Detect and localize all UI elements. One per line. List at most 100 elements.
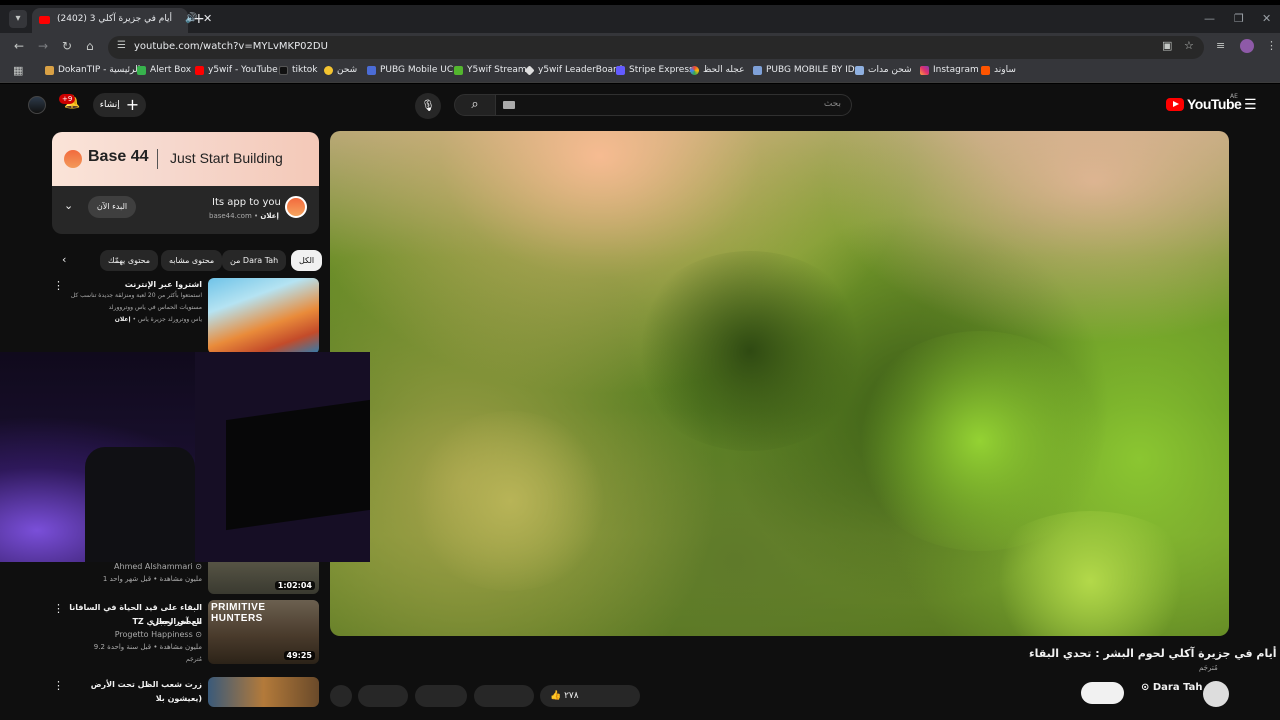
bookmarks-bar: ▦ DokanTIP - الرئيسية Alert Box y5wif - … (0, 61, 1280, 83)
clip-button[interactable] (358, 685, 408, 707)
video-thumbnail[interactable] (208, 677, 319, 707)
sponsored-thumbnail[interactable] (208, 278, 319, 354)
video-title-line[interactable]: زرت شعب الظل تحت الأرض (يعيشون بلا (60, 678, 202, 706)
video-player[interactable] (330, 131, 1229, 636)
chevron-left-icon[interactable]: ‹ (62, 253, 66, 266)
search-icon: ⌕ (471, 97, 479, 112)
microphone-icon: 🎙 (421, 99, 435, 112)
base44-logo-icon (64, 150, 82, 168)
home-icon[interactable]: ⌂ (86, 39, 94, 53)
back-icon[interactable]: ← (14, 39, 24, 53)
video-frame-canopy (980, 511, 1200, 636)
bookmark-item[interactable]: tiktok (279, 65, 318, 75)
ad-cta-button[interactable]: البدء الآن (88, 196, 136, 218)
more-options-icon[interactable]: ⋮ (53, 680, 64, 691)
browser-toolbar: ← → ↻ ⌂ ☰ youtube.com/watch?v=MYLvMKP02D… (0, 33, 1280, 61)
tab-search-button[interactable]: ▾ (9, 10, 27, 28)
youtube-page: YouTube AE ☰ بحث ⌕ 🎙 إنشاء + 🔔 +9 3 أيام… (0, 84, 1280, 720)
like-button[interactable]: 👍 ٢٧٨ (540, 685, 640, 707)
bookmark-item[interactable]: شحن (324, 65, 357, 75)
menu-kebab-icon[interactable]: ⋮ (1266, 39, 1277, 52)
chip-all[interactable]: الكل (291, 250, 323, 271)
video-channel[interactable]: Ahmed Alshammari ⊙ (60, 562, 202, 571)
bookmark-item[interactable]: Stripe Express (616, 65, 694, 75)
reload-icon[interactable]: ↻ (62, 39, 72, 53)
bookmark-item[interactable]: عجله الحظ (690, 65, 744, 75)
plus-icon: + (125, 95, 140, 114)
site-info-icon[interactable]: ☰ (117, 40, 126, 51)
video-thumbnail[interactable]: PRIMITIVE HUNTERS 49:25 (208, 600, 319, 664)
ad-card[interactable]: Base 44 Just Start Building Its app to y… (52, 132, 319, 234)
guide-menu-icon[interactable]: ☰ (1244, 97, 1257, 113)
bookmark-item[interactable]: Instagram (920, 65, 979, 75)
apps-grid-icon[interactable]: ▦ (13, 64, 23, 77)
bookmark-favicon-icon (137, 65, 146, 75)
youtube-logo[interactable]: YouTube AE (1166, 93, 1242, 112)
chip-related[interactable]: محتوى مشابه (161, 250, 223, 271)
account-avatar[interactable] (28, 96, 46, 114)
minimize-icon[interactable]: — (1204, 12, 1215, 25)
more-options-icon[interactable]: ⋮ (53, 280, 64, 291)
bookmark-favicon-icon (324, 65, 333, 75)
bookmark-item[interactable]: y5wif - YouTube (195, 65, 278, 75)
bookmark-favicon-icon (616, 65, 625, 75)
search-button[interactable]: ⌕ (454, 94, 496, 116)
share-button[interactable] (474, 685, 534, 707)
chip-from-channel[interactable]: من Dara Tah (222, 250, 287, 271)
chip-topics[interactable]: محتوى يهمّك (100, 250, 159, 271)
bookmark-item[interactable]: شحن مدات (855, 65, 912, 75)
webcam-overlay (0, 352, 370, 562)
subscribe-button[interactable] (1081, 682, 1124, 704)
chevron-down-icon[interactable]: ⌄ (64, 199, 73, 212)
verified-icon: ⊙ (192, 630, 202, 639)
bookmark-favicon-icon (753, 65, 762, 75)
bookmark-favicon-icon (279, 65, 288, 75)
youtube-play-icon (1166, 97, 1184, 111)
sponsored-advertiser: ياس ووترورلد جزيرة ياس • إعلان (114, 316, 202, 323)
thumbnail-text: PRIMITIVE HUNTERS (211, 602, 266, 624)
forward-icon[interactable]: → (38, 39, 48, 53)
address-bar[interactable]: ☰ youtube.com/watch?v=MYLvMKP02DU (108, 36, 1204, 59)
ad-banner[interactable]: Base 44 Just Start Building (52, 132, 319, 186)
bookmark-favicon-icon (981, 65, 990, 75)
bookmark-favicon-icon (45, 65, 54, 75)
bookmark-item[interactable]: Y5wif Stream (454, 65, 527, 75)
channel-name[interactable]: ⊙ Dara Tah (1141, 682, 1202, 693)
video-title: 3 أيام في جزيرة آكلي لحوم البشر : تحدي ا… (1029, 647, 1280, 660)
screen: ▾ (2402) 3 أيام في جزيرة آكلي 🔊 ✕ + — ❐ … (0, 0, 1280, 720)
video-title-line[interactable]: العصر الحجري TZ (60, 615, 202, 629)
bookmark-item[interactable]: DokanTIP - الرئيسية (45, 65, 140, 75)
sponsored-desc: استمتعوا بأكثر من 20 لعبة ومنزلقة جديدة … (70, 292, 202, 299)
bookmark-star-icon[interactable]: ☆ (1184, 39, 1194, 52)
bookmark-favicon-icon (454, 65, 463, 75)
window-close-icon[interactable]: ✕ (1262, 12, 1271, 25)
search-input[interactable]: بحث (495, 94, 852, 116)
bookmark-item[interactable]: y5wif LeaderBoard (524, 64, 622, 76)
like-icon: 👍 (550, 691, 565, 701)
download-button[interactable] (415, 685, 467, 707)
channel-avatar[interactable] (1203, 681, 1229, 707)
video-channel[interactable]: Progetto Happiness ⊙ (60, 630, 202, 639)
cast-icon[interactable]: ▣ (1162, 39, 1172, 52)
profile-avatar[interactable] (1240, 39, 1254, 53)
voice-search-button[interactable]: 🎙 (415, 93, 441, 119)
bookmark-item[interactable]: ساوند (981, 65, 1016, 75)
bookmark-item[interactable]: Alert Box (137, 65, 191, 75)
webcam-monitor (226, 399, 370, 531)
maximize-icon[interactable]: ❐ (1234, 12, 1244, 25)
sponsored-title[interactable]: اشتروا عبر الإنترنت (60, 278, 202, 292)
more-actions-button[interactable] (330, 685, 352, 707)
video-frame-canopy (410, 411, 610, 591)
browser-tab[interactable]: (2402) 3 أيام في جزيرة آكلي 🔊 ✕ (32, 8, 212, 33)
video-meta: 1 مليون مشاهدة • قبل شهر واحد (102, 575, 202, 583)
media-controls-icon[interactable]: ≡ (1216, 39, 1225, 52)
more-options-icon[interactable]: ⋮ (53, 603, 64, 614)
new-tab-button[interactable]: + (193, 11, 205, 27)
ad-domain: base44.com • إعلان (209, 212, 279, 220)
keyboard-icon[interactable] (503, 101, 515, 109)
create-button[interactable]: إنشاء + (93, 93, 146, 117)
ad-title: Its app to you (212, 197, 281, 208)
bookmark-favicon-icon (195, 65, 204, 75)
bookmark-item[interactable]: PUBG Mobile UC (367, 65, 453, 75)
bookmark-item[interactable]: PUBG MOBILE BY ID... (753, 65, 863, 75)
